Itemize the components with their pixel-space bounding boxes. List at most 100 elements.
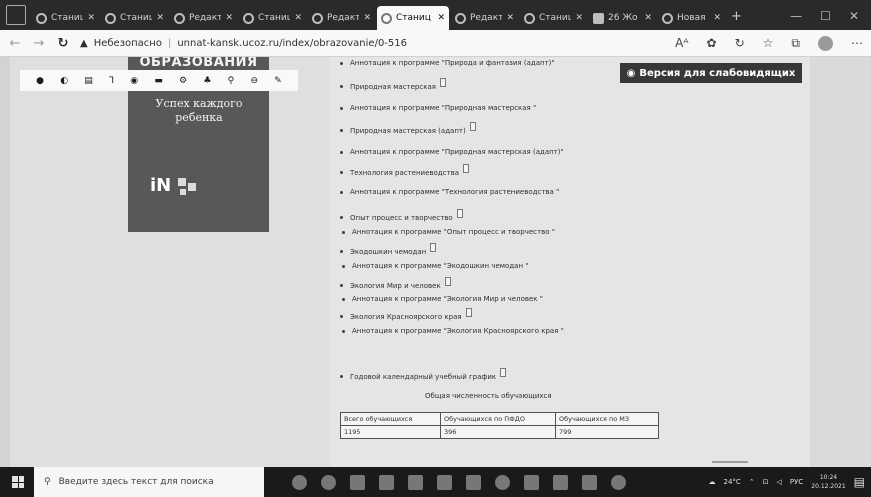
document-file-icon[interactable] (469, 122, 476, 131)
browser-tab[interactable]: Станица✕ (101, 6, 168, 30)
explorer-icon[interactable] (437, 474, 452, 490)
list-item[interactable]: Технология растениеводства (340, 164, 469, 177)
start-button[interactable] (6, 467, 30, 497)
word-icon[interactable] (524, 474, 539, 490)
a11y-text-icon[interactable]: ▤ (84, 76, 93, 86)
list-item[interactable]: Опыт процесс и творчество (340, 209, 463, 222)
profile-avatar[interactable] (818, 35, 833, 51)
reload-icon[interactable]: ↻ (56, 36, 70, 51)
document-link[interactable]: Аннотация к программе "Экодошкин чемодан… (352, 262, 528, 270)
a11y-sound-icon[interactable]: ♣ (203, 76, 211, 86)
list-item[interactable]: Аннотация к программе "Экология Мир и че… (342, 295, 543, 303)
browser-tab[interactable]: Редакт ✕ (308, 6, 375, 30)
browser-tab[interactable]: Станица✕ (520, 6, 587, 30)
list-item[interactable]: Аннотация к программе "Технология растен… (340, 188, 559, 196)
close-tab-icon[interactable]: ✕ (156, 13, 164, 23)
close-tab-icon[interactable]: ✕ (713, 13, 721, 23)
volume-icon[interactable]: ◁ (777, 478, 782, 486)
opera-icon[interactable] (292, 474, 307, 490)
window-menu-icon[interactable] (6, 5, 26, 25)
store-icon[interactable] (350, 474, 365, 490)
list-item[interactable]: Аннотация к программе "Экология Краснояр… (342, 327, 564, 335)
document-file-icon[interactable] (456, 209, 463, 218)
media-icon[interactable] (495, 474, 510, 490)
a11y-search-icon[interactable]: ⚲ (228, 76, 235, 86)
photos-icon[interactable] (553, 474, 568, 490)
list-item[interactable]: Аннотация к программе "Природа и фантази… (340, 59, 555, 67)
document-link[interactable]: Годовой календарный учебный график (350, 373, 496, 381)
tray-expand-icon[interactable]: ⌃ (749, 478, 755, 486)
network-icon[interactable]: ⊡ (763, 478, 769, 486)
document-link[interactable]: Аннотация к программе "Природа и фантази… (350, 59, 555, 67)
more-icon[interactable]: ⋯ (851, 36, 863, 50)
app-icon[interactable] (408, 474, 423, 490)
a11y-settings-icon[interactable]: ⚙ (179, 76, 187, 86)
browser-tab[interactable]: Редакт ✕ (451, 6, 518, 30)
document-file-icon[interactable] (430, 243, 437, 252)
url-text[interactable]: unnat-kansk.ucoz.ru/index/obrazovanie/0-… (177, 38, 407, 49)
scroll-indicator[interactable] (712, 461, 748, 463)
document-link[interactable]: Аннотация к программе "Природная мастерс… (350, 104, 536, 112)
clock[interactable]: 10:24 20.12.2021 (811, 473, 845, 491)
document-file-icon[interactable] (500, 368, 507, 377)
document-link[interactable]: Аннотация к программе "Опыт процесс и тв… (352, 228, 555, 236)
document-file-icon[interactable] (439, 78, 446, 87)
refresh-extension-icon[interactable]: ↻ (735, 36, 745, 50)
back-icon[interactable]: ← (8, 36, 22, 51)
browser-tab[interactable]: Станиц ✕ (377, 6, 449, 30)
browser-tab[interactable]: 26 Жо ✕ (589, 6, 656, 30)
a11y-view-icon[interactable]: ⊖ (250, 76, 258, 86)
document-link[interactable]: Экодошкин чемодан (350, 248, 426, 256)
weather-icon[interactable]: ☁ (708, 478, 715, 486)
presentation-icon[interactable] (466, 474, 481, 490)
taskbar-search[interactable]: ⚲ Введите здесь текст для поиска (34, 467, 264, 497)
document-link[interactable]: Опыт процесс и творчество (350, 214, 453, 222)
a11y-off-icon[interactable]: ● (36, 76, 44, 86)
a11y-contrast-icon[interactable]: ◐ (60, 76, 68, 86)
list-item[interactable]: Годовой календарный учебный график (340, 368, 507, 381)
list-item[interactable]: Аннотация к программе "Природная мастерс… (340, 148, 564, 156)
browser-tab[interactable]: Новая ✕ (658, 6, 725, 30)
notification-icon[interactable]: ▤ (854, 475, 865, 489)
close-tab-icon[interactable]: ✕ (225, 13, 233, 23)
close-tab-icon[interactable]: ✕ (575, 13, 583, 23)
favorite-icon[interactable]: ☆ (763, 36, 774, 50)
minimize-icon[interactable]: — (790, 9, 802, 23)
document-file-icon[interactable] (463, 164, 469, 173)
document-link[interactable]: Экология Красноярского края (350, 313, 462, 321)
a11y-reset-icon[interactable]: ✎ (274, 76, 282, 86)
document-link[interactable]: Экология Мир и человек (350, 282, 441, 290)
document-link[interactable]: Аннотация к программе "Технология растен… (350, 188, 559, 196)
close-tab-icon[interactable]: ✕ (294, 13, 302, 23)
browser-tab[interactable]: Редакт ✕ (170, 6, 237, 30)
list-item[interactable]: Аннотация к программе "Природная мастерс… (340, 104, 536, 112)
document-link[interactable]: Аннотация к программе "Природная мастерс… (350, 148, 564, 156)
warning-icon[interactable]: ▲ (80, 38, 88, 49)
address-bar[interactable]: ▲ Небезопасно | unnat-kansk.ucoz.ru/inde… (80, 38, 640, 49)
browser-tab[interactable]: Станица✕ (32, 6, 99, 30)
a11y-image-icon[interactable]: ▬ (154, 76, 163, 86)
list-item[interactable]: Аннотация к программе "Экодошкин чемодан… (342, 262, 528, 270)
mail-icon[interactable] (379, 474, 394, 490)
document-link[interactable]: Технология растениеводства (350, 169, 459, 177)
reader-mode-icon[interactable]: Aᴬ (675, 36, 688, 50)
close-window-icon[interactable]: ✕ (849, 9, 859, 23)
low-vision-button[interactable]: ◉ Версия для слабовидящих (620, 63, 802, 83)
close-tab-icon[interactable]: ✕ (506, 13, 514, 23)
close-tab-icon[interactable]: ✕ (363, 13, 371, 23)
document-link[interactable]: Природная мастерская (адапт) (350, 127, 466, 135)
a11y-color-icon[interactable]: ◉ (130, 76, 138, 86)
a11y-font-icon[interactable]: Ꞁ (109, 76, 114, 86)
list-item[interactable]: Экодошкин чемодан (340, 243, 437, 256)
forward-icon[interactable]: → (32, 36, 46, 51)
close-tab-icon[interactable]: ✕ (87, 13, 95, 23)
document-file-icon[interactable] (465, 308, 472, 317)
list-item[interactable]: Экология Красноярского края (340, 308, 472, 321)
document-link[interactable]: Природная мастерская (350, 83, 436, 91)
list-item[interactable]: Экология Мир и человек (340, 277, 451, 290)
close-tab-icon[interactable]: ✕ (437, 13, 445, 23)
extension-icon[interactable]: ✿ (707, 36, 717, 50)
new-tab-icon[interactable]: + (731, 9, 742, 24)
browser-tab[interactable]: Станица✕ (239, 6, 306, 30)
document-link[interactable]: Аннотация к программе "Экология Краснояр… (352, 327, 564, 335)
